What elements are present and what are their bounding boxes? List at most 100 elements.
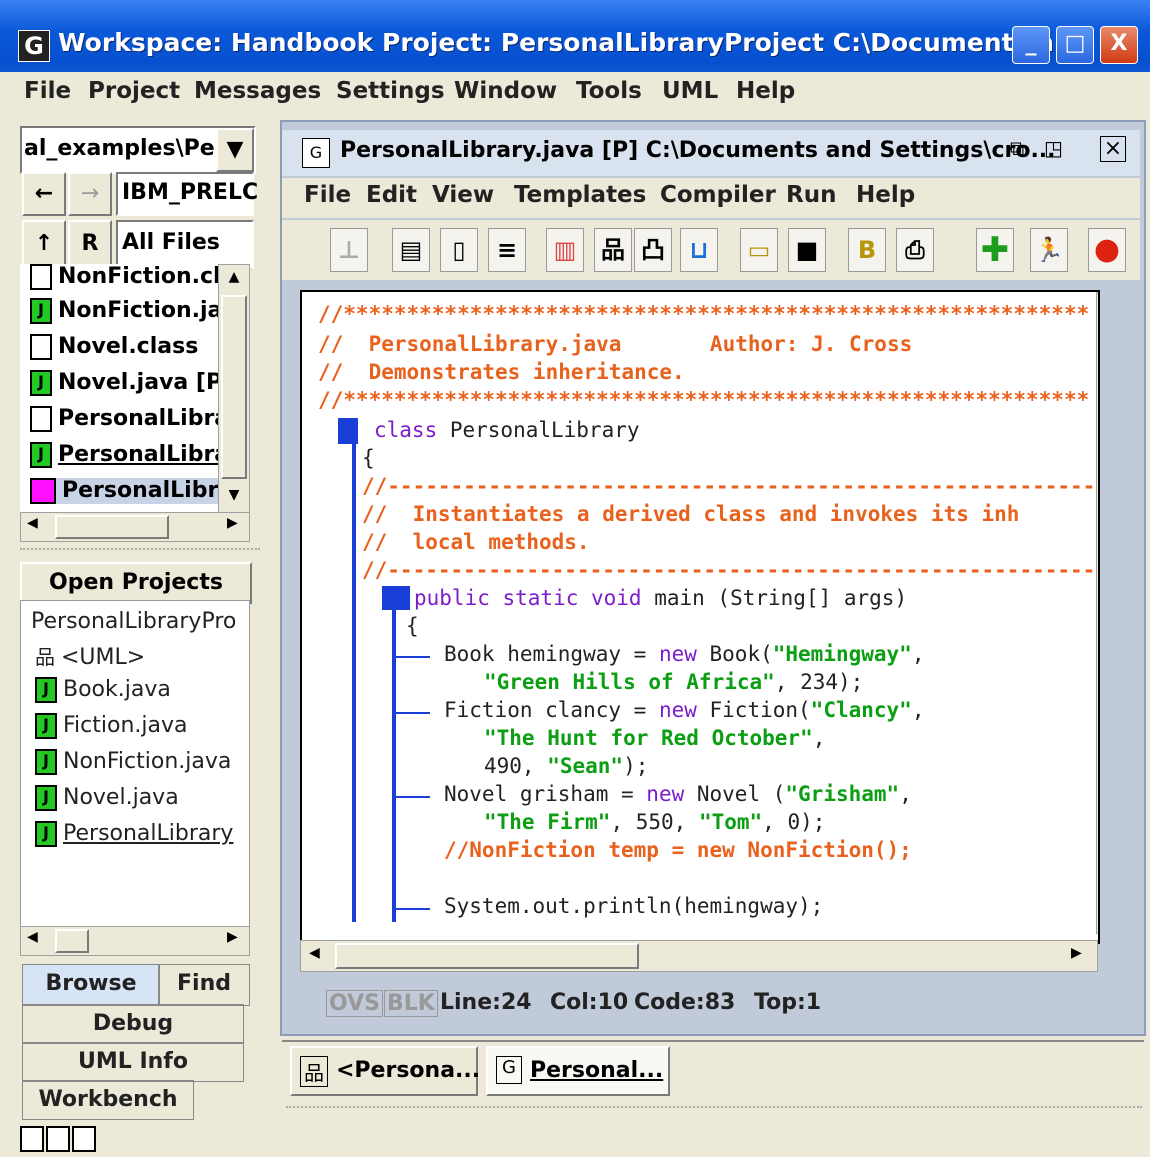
menu-file[interactable]: File [24,78,71,104]
up-arrow-icon[interactable]: ↑ [22,220,66,268]
scroll-right-icon[interactable]: ▶ [1071,945,1082,961]
book-icon[interactable]: ⊔ [680,228,718,272]
editor-menu-file[interactable]: File [304,182,351,208]
tab-uml-info[interactable]: UML Info [22,1042,244,1082]
pin-icon[interactable]: ⊥ [330,228,368,272]
tree-item[interactable]: 品 <UML> [35,641,145,670]
csd-stmt-arrow [396,712,430,714]
refresh-button[interactable]: R [68,220,112,268]
hscroll-thumb[interactable] [55,929,89,953]
uml-icon[interactable]: 品 [594,228,632,272]
menu-settings[interactable]: Settings [336,78,445,104]
tree-item[interactable]: J Fiction.java [35,713,188,739]
tree-item[interactable]: J Novel.java [35,785,179,811]
ovs-indicator[interactable]: OVS [326,990,383,1017]
tree-item[interactable]: J NonFiction.java [35,749,231,775]
hscroll-thumb[interactable] [55,515,169,539]
open-folder-icon[interactable]: ▭ [740,228,778,272]
editor-menu-templates[interactable]: Templates [514,182,646,208]
title-bar: G Workspace: Handbook Project: PersonalL… [0,0,1150,80]
scroll-up-icon[interactable]: ▲ [219,269,249,285]
code-line-15: Fiction clancy = new Fiction("Clancy", [444,698,925,722]
file-list-hscrollbar[interactable]: ◀ ▶ [20,512,250,542]
chevron-down-icon[interactable]: ▼ [216,128,254,172]
scroll-right-icon[interactable]: ▶ [227,929,238,945]
uml-icon: 品 [35,645,55,669]
code-line-18: Novel grisham = new Novel ("Grisham", [444,782,912,806]
editor-menu-compiler[interactable]: Compiler [660,182,776,208]
menu-project[interactable]: Project [88,78,180,104]
project-node[interactable]: PersonalLibraryPro [31,609,236,634]
scroll-left-icon[interactable]: ◀ [27,929,38,945]
blk-indicator[interactable]: BLK [384,990,438,1017]
splitter[interactable] [286,1106,1142,1112]
debug-apple-icon[interactable]: ● [1088,228,1126,272]
tree-item[interactable]: J PersonalLibrary [35,821,233,847]
menu-window[interactable]: Window [454,78,557,104]
code-editor[interactable]: //**************************************… [300,290,1100,944]
list-item[interactable]: NonFiction.cla [30,264,218,290]
jar-icon[interactable]: B [848,228,886,272]
menu-uml[interactable]: UML [662,78,718,104]
menu-tools[interactable]: Tools [576,78,642,104]
scroll-left-icon[interactable]: ◀ [27,515,38,531]
tab-workbench[interactable]: Workbench [22,1080,194,1120]
scroll-right-icon[interactable]: ▶ [227,515,238,531]
generate-csd-icon[interactable]: ▤ [392,228,430,272]
editor-menu-run[interactable]: Run [786,182,836,208]
float-icon[interactable]: ◳ [1044,136,1063,160]
editor-menu-help[interactable]: Help [856,182,915,208]
list-item[interactable]: J Novel.java [P] [30,370,218,396]
java-file-icon: J [30,298,52,324]
tab-find[interactable]: Find [158,964,250,1006]
filter-name-field[interactable]: IBM_PRELC [116,172,258,216]
layout-grid-icon[interactable] [20,1126,44,1152]
editor-menu-view[interactable]: View [432,182,494,208]
minimize-button[interactable]: _ [1012,26,1050,64]
print-icon[interactable]: ⎙ [896,228,934,272]
file-name: PersonalLibra [58,442,218,467]
file-list-scrollbar[interactable]: ▲ ▼ [218,264,250,514]
scroll-left-icon[interactable]: ◀ [309,945,320,961]
back-arrow-icon[interactable]: ← [22,172,66,216]
doc-tab-personal[interactable]: G Personal... [486,1046,670,1096]
code-vscrollbar[interactable]: ▲ ▼ [1096,292,1100,934]
projects-hscrollbar[interactable]: ◀ ▶ [20,926,250,956]
layout-window-icon[interactable] [72,1126,96,1152]
filter-files-field[interactable]: All Files [116,220,254,268]
tree-item[interactable]: J Book.java [35,677,171,703]
tree-item-label: NonFiction.java [63,749,232,774]
hierarchy-icon[interactable]: 凸 [634,228,672,272]
scroll-thumb[interactable] [221,295,247,479]
java-file-icon: J [30,370,52,396]
doc-tab-uml[interactable]: 品 <Persona... [290,1046,481,1096]
maximize-button[interactable]: □ [1056,26,1094,64]
close-icon[interactable]: × [1100,136,1126,162]
editor-menu-edit[interactable]: Edit [366,182,417,208]
code-hscrollbar[interactable]: ◀ ▶ [300,940,1098,972]
tab-debug[interactable]: Debug [22,1004,244,1044]
hscroll-thumb[interactable] [335,943,639,969]
tab-browse[interactable]: Browse [22,964,160,1006]
forward-arrow-icon[interactable]: → [68,172,112,216]
menu-help[interactable]: Help [736,78,795,104]
remove-csd-icon[interactable]: ▯ [440,228,478,272]
line-numbers-icon[interactable]: ≡ [488,228,526,272]
list-item[interactable]: PersonalLibra [30,478,218,504]
chart-icon[interactable]: ▥ [546,228,584,272]
restore-icon[interactable]: ⧉ [1010,136,1024,160]
scroll-down-icon[interactable]: ▼ [219,487,249,503]
menu-messages[interactable]: Messages [194,78,321,104]
list-item[interactable]: PersonalLibra [30,406,218,432]
run-icon[interactable]: 🏃 [1030,228,1068,272]
scroll-thumb[interactable] [1099,323,1100,597]
list-item[interactable]: JNonFiction.jav [30,298,218,324]
list-item[interactable]: J PersonalLibra [30,442,218,468]
splitter[interactable] [20,548,260,554]
list-item[interactable]: Novel.class [30,334,198,360]
doc-tab-uml-label: <Persona... [336,1058,481,1083]
layout-doc-icon[interactable] [46,1126,70,1152]
compile-plus-icon[interactable]: ✚ [976,228,1014,272]
save-icon[interactable]: ■ [788,228,826,272]
close-button[interactable]: X [1100,26,1138,64]
